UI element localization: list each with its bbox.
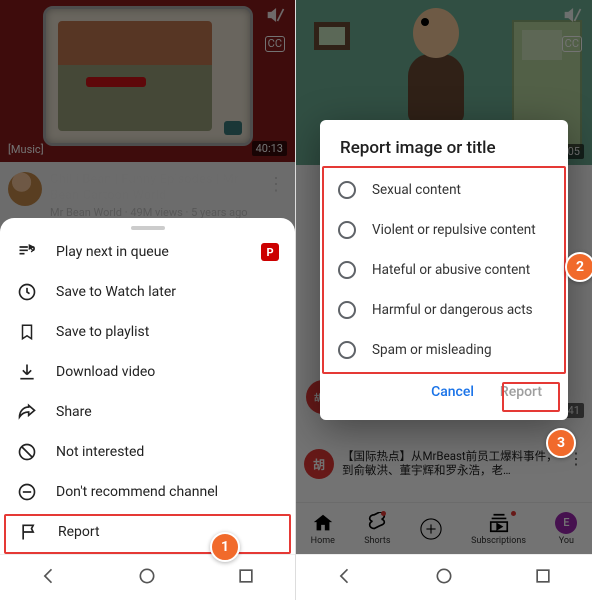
play-next-icon: [16, 241, 38, 263]
bottom-sheet: Play next in queue P Save to Watch later…: [0, 218, 295, 554]
sheet-item-share[interactable]: Share: [0, 392, 295, 432]
nav-back-button[interactable]: [335, 566, 355, 590]
report-dialog: Report image or title Sexual content Vio…: [320, 120, 568, 420]
not-interested-icon: [16, 441, 38, 463]
sheet-item-save-playlist[interactable]: Save to playlist: [0, 312, 295, 352]
sheet-item-label: Save to playlist: [56, 324, 149, 340]
sheet-item-label: Download video: [56, 364, 155, 380]
cancel-button[interactable]: Cancel: [423, 378, 482, 406]
sheet-item-label: Share: [56, 404, 92, 420]
sheet-item-play-next[interactable]: Play next in queue P: [0, 232, 295, 272]
sheet-handle[interactable]: [131, 226, 165, 230]
annotation-marker-2: 2: [565, 252, 592, 282]
sheet-item-label: Don't recommend channel: [56, 484, 218, 500]
nav-recent-button[interactable]: [533, 566, 553, 590]
highlight-report-btn: [502, 382, 560, 412]
android-navbar: [0, 554, 295, 600]
sheet-item-not-interested[interactable]: Not interested: [0, 432, 295, 472]
sheet-item-watch-later[interactable]: Save to Watch later: [0, 272, 295, 312]
android-navbar: [296, 554, 592, 600]
highlight-options: [322, 166, 566, 374]
sheet-item-dont-recommend[interactable]: Don't recommend channel: [0, 472, 295, 512]
annotation-marker-1: 1: [210, 532, 240, 562]
sheet-item-label: Not interested: [56, 444, 144, 460]
dialog-title: Report image or title: [324, 138, 564, 168]
share-icon: [16, 401, 38, 423]
nav-recent-button[interactable]: [236, 566, 256, 590]
left-phone: CC [Music] 40:13 Chilli Bean | Funny Epi…: [0, 0, 296, 600]
right-phone: CC 10:05 MrBeast 胡说 31:41 胡 【国际热点】从MrBea…: [296, 0, 592, 600]
nav-back-button[interactable]: [39, 566, 59, 590]
remove-circle-icon: [16, 481, 38, 503]
download-icon: [16, 361, 38, 383]
nav-home-button[interactable]: [137, 566, 157, 590]
premium-badge: P: [261, 243, 279, 261]
bookmark-icon: [16, 321, 38, 343]
sheet-item-download[interactable]: Download video: [0, 352, 295, 392]
highlight-report: [4, 514, 291, 554]
clock-icon: [16, 281, 38, 303]
nav-home-button[interactable]: [434, 566, 454, 590]
annotation-marker-3: 3: [546, 428, 576, 458]
sheet-item-label: Save to Watch later: [56, 284, 176, 300]
sheet-item-label: Play next in queue: [56, 244, 169, 260]
